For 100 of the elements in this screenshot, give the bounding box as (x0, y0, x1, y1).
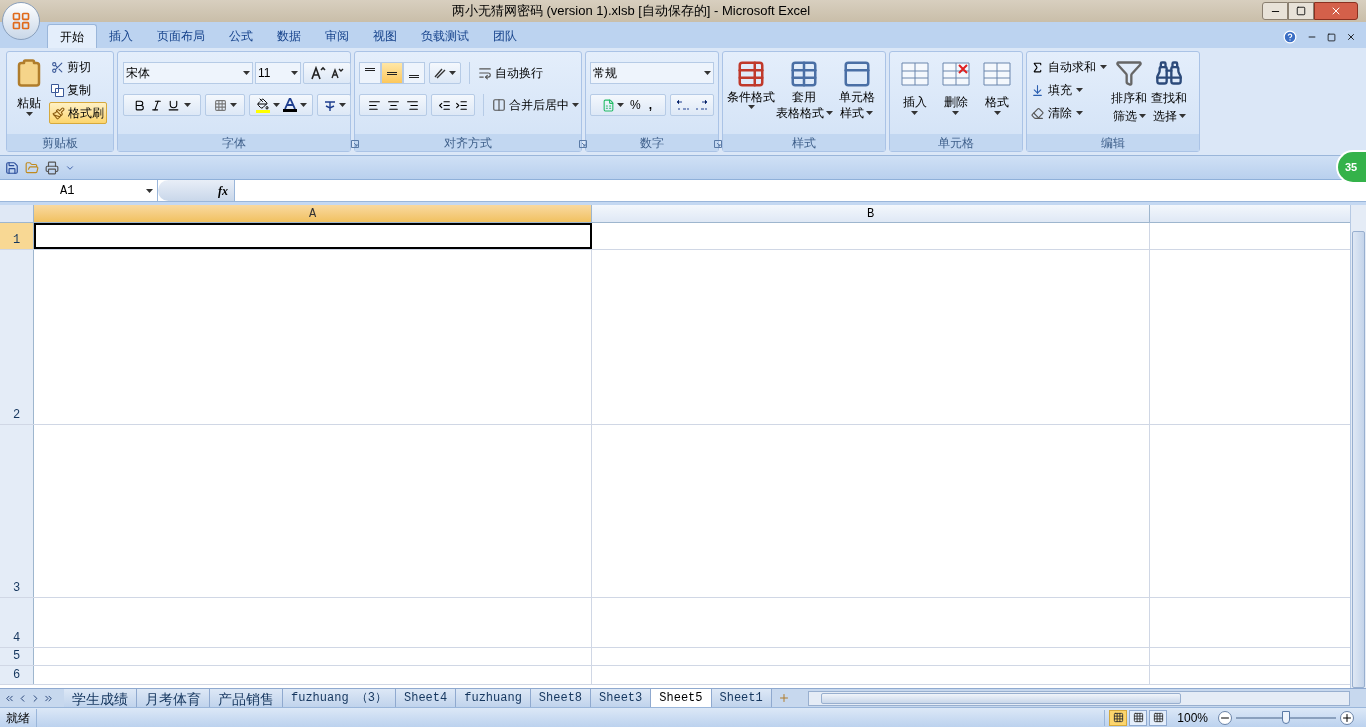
sheet-tab[interactable]: fuzhuang （3） (283, 689, 396, 707)
font-name-field[interactable]: 宋体 (123, 62, 253, 84)
autosum-button[interactable]: 自动求和 (1031, 56, 1107, 78)
sheet-tab[interactable]: 产品销售 (210, 689, 283, 707)
sort-filter-button[interactable]: 排序和 筛选 (1111, 56, 1147, 134)
sheet-tab[interactable]: fuzhuang (456, 689, 531, 707)
status-text: 就绪 (0, 708, 37, 727)
fill-button[interactable]: 填充 (1031, 79, 1107, 101)
sheet-tab[interactable]: Sheet8 (530, 689, 592, 707)
row-header[interactable]: 5 (0, 648, 34, 665)
dialog-launcher-icon[interactable] (579, 140, 587, 148)
close-button[interactable] (1314, 2, 1358, 20)
caret-icon (1138, 114, 1146, 118)
increase-indent-icon[interactable] (455, 98, 468, 112)
save-icon[interactable] (5, 160, 19, 175)
view-button[interactable] (1129, 709, 1148, 726)
merge-center-button[interactable]: 合并后居中 (492, 94, 579, 116)
insert-function-button[interactable]: fx (218, 181, 228, 200)
ribbon-tab[interactable]: 审阅 (313, 24, 361, 48)
style-button[interactable]: 条件格式 (727, 56, 776, 134)
cell-button[interactable]: 删除 (935, 56, 977, 134)
comma-button[interactable]: , (644, 96, 656, 114)
sheet-tab[interactable]: Sheet4 (396, 689, 457, 707)
decrease-indent-icon[interactable] (438, 98, 451, 112)
sheet-tab[interactable]: Sheet3 (591, 689, 652, 707)
style-button[interactable]: 套用 表格格式 (775, 56, 833, 134)
horizontal-scrollbar[interactable] (807, 690, 1350, 706)
align-right-icon[interactable] (405, 98, 419, 112)
orientation-button[interactable] (429, 62, 461, 84)
percent-button[interactable]: % (626, 96, 645, 114)
font-size-field[interactable]: 11 (255, 62, 301, 84)
underline-icon[interactable] (167, 98, 180, 112)
shrink-font-icon[interactable] (330, 67, 344, 79)
view-button[interactable] (1149, 709, 1168, 726)
active-cell[interactable] (34, 223, 592, 249)
italic-icon[interactable] (150, 98, 163, 112)
color-bar (282, 109, 297, 112)
phonetic-button[interactable] (317, 94, 351, 116)
dialog-launcher-icon[interactable] (714, 140, 722, 148)
restore-icon[interactable] (1327, 32, 1336, 42)
caret-icon (229, 103, 237, 107)
ribbon-tab[interactable]: 开始 (47, 24, 97, 48)
name-box[interactable]: A1 (0, 180, 158, 201)
row-header[interactable]: 1 (0, 223, 34, 249)
cell-button[interactable]: 格式 (976, 56, 1018, 134)
wrap-text-button[interactable]: 自动换行 (478, 62, 543, 84)
minimize-button[interactable] (1262, 2, 1288, 20)
copy-button[interactable]: 复制 (49, 79, 107, 101)
decrease-decimal-icon[interactable] (694, 99, 708, 111)
ribbon-tab[interactable]: 页面布局 (145, 24, 217, 48)
ribbon-tab[interactable]: 负载测试 (409, 24, 481, 48)
ribbon-tab[interactable]: 公式 (217, 24, 265, 48)
format-painter-button[interactable]: 格式刷 (49, 102, 107, 124)
sheet-tab[interactable]: Sheet5 (651, 689, 712, 707)
paste-button[interactable]: 粘贴 (11, 56, 47, 134)
zoom-slider[interactable] (1236, 710, 1336, 725)
fill-color-button[interactable] (255, 97, 270, 113)
number-format-field[interactable]: 常规 (590, 62, 714, 84)
row-header[interactable]: 3 (0, 425, 34, 597)
office-button[interactable] (2, 2, 40, 40)
vertical-align-button[interactable] (381, 62, 403, 84)
zoom-out-icon[interactable] (1218, 710, 1232, 725)
help-icon[interactable] (1283, 30, 1297, 44)
align-center-icon[interactable] (386, 98, 400, 112)
zoom-slider-thumb[interactable] (1282, 711, 1290, 724)
color-bar (255, 109, 270, 113)
column-header[interactable]: A (34, 205, 592, 222)
increase-decimal-icon[interactable] (676, 99, 690, 111)
row-header[interactable]: 4 (0, 598, 34, 647)
vertical-scrollbar[interactable] (1350, 205, 1366, 688)
column-header[interactable]: B (592, 205, 1150, 222)
printer-icon[interactable] (45, 160, 59, 175)
ribbon-tab[interactable]: 视图 (361, 24, 409, 48)
bold-icon[interactable] (133, 98, 146, 112)
view-button[interactable] (1109, 709, 1128, 726)
sheet-tab[interactable]: Sheet1 (711, 689, 772, 707)
row-header[interactable]: 2 (0, 250, 34, 424)
vertical-align-button[interactable] (403, 62, 425, 84)
grow-font-icon[interactable] (310, 66, 326, 80)
ribbon-tab[interactable]: 团队 (481, 24, 529, 48)
dialog-launcher-icon[interactable] (351, 140, 359, 148)
ribbon-tab[interactable]: 插入 (97, 24, 145, 48)
maximize-button[interactable] (1288, 2, 1314, 20)
find-select-button[interactable]: 查找和 选择 (1151, 56, 1187, 134)
scissors-icon (51, 60, 64, 74)
align-left-icon[interactable] (367, 98, 381, 112)
vertical-align-button[interactable] (359, 62, 381, 84)
zoom-level[interactable]: 100% (1177, 708, 1208, 727)
close-icon[interactable] (1346, 32, 1356, 42)
cell-button[interactable]: 插入 (894, 56, 936, 134)
zoom-in-icon[interactable] (1340, 710, 1354, 725)
sheet-tab[interactable]: 学生成绩 (64, 689, 137, 707)
sheet-tab[interactable]: 月考体育 (137, 689, 210, 707)
cut-button[interactable]: 剪切 (49, 56, 107, 78)
ribbon-tab[interactable]: 数据 (265, 24, 313, 48)
border-button[interactable] (205, 94, 245, 116)
clear-button[interactable]: 清除 (1031, 102, 1107, 124)
row-header[interactable]: 6 (0, 666, 34, 684)
font-color-button[interactable] (282, 98, 297, 112)
style-button[interactable]: 单元格 样式 (832, 56, 881, 134)
